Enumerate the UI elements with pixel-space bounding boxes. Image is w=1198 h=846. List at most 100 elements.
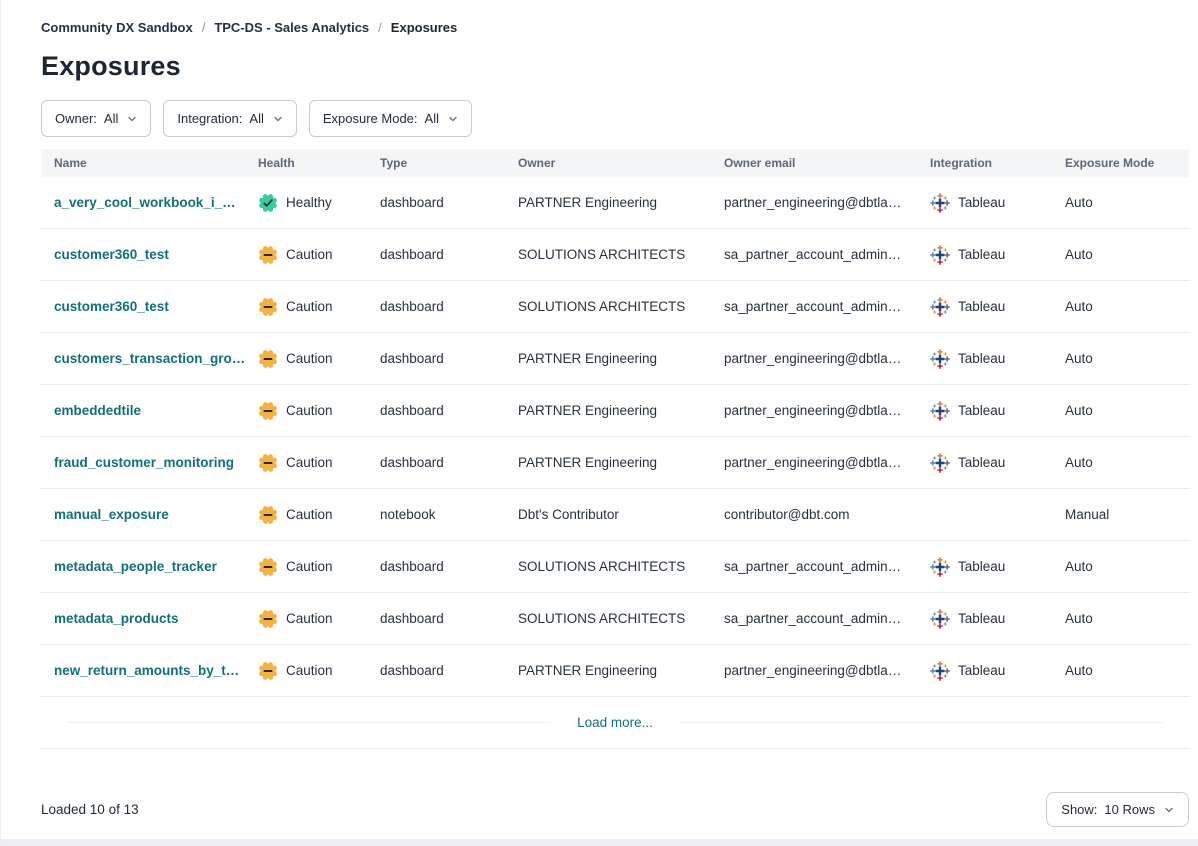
owner-cell: PARTNER Engineering: [505, 403, 711, 418]
health-status-label: Caution: [286, 507, 333, 522]
health-cell: Caution: [245, 401, 367, 421]
integration-label: Tableau: [958, 455, 1005, 470]
integration-cell: Tableau: [917, 557, 1052, 577]
integration-filter-dropdown[interactable]: Integration: All: [163, 100, 297, 137]
integration-label: Tableau: [958, 559, 1005, 574]
exposure-mode-filter-dropdown[interactable]: Exposure Mode: All: [309, 100, 472, 137]
column-header-type: Type: [367, 156, 505, 170]
exposure-mode-cell: Auto: [1052, 351, 1189, 366]
exposure-mode-cell: Auto: [1052, 403, 1189, 418]
health-status-label: Caution: [286, 559, 333, 574]
show-rows-dropdown[interactable]: Show: 10 Rows: [1046, 792, 1189, 827]
tableau-logo-icon: [930, 245, 950, 265]
divider: [67, 722, 551, 723]
column-header-name: Name: [41, 156, 245, 170]
table-row: fraud_customer_monitoring Caution dashbo…: [41, 437, 1189, 489]
health-status-label: Healthy: [286, 195, 332, 210]
exposure-name-cell: customer360_test: [41, 247, 245, 262]
exposure-name-link[interactable]: metadata_products: [54, 611, 179, 626]
show-rows-value: 10 Rows: [1104, 802, 1155, 817]
owner-cell: PARTNER Engineering: [505, 455, 711, 470]
owner-cell: PARTNER Engineering: [505, 351, 711, 366]
table-row: metadata_products Caution dashboard SOLU…: [41, 593, 1189, 645]
loaded-status: Loaded 10 of 13: [41, 802, 139, 817]
integration-filter-label: Integration:: [177, 111, 242, 126]
health-status-icon: [258, 297, 278, 317]
health-cell: Caution: [245, 245, 367, 265]
exposure-mode-cell: Auto: [1052, 247, 1189, 262]
page-title: Exposures: [41, 51, 1188, 82]
exposure-name-cell: customer360_test: [41, 299, 245, 314]
exposure-name-link[interactable]: customers_transaction_gro…: [54, 351, 245, 366]
integration-label: Tableau: [958, 351, 1005, 366]
chevron-down-icon: [127, 114, 137, 124]
bottom-edge-strip: [1, 839, 1198, 846]
health-status-label: Caution: [286, 611, 333, 626]
owner-email-cell: partner_engineering@dbtla…: [711, 351, 917, 366]
owner-filter-label: Owner:: [55, 111, 97, 126]
load-more-link[interactable]: Load more...: [577, 715, 653, 730]
tableau-logo-icon: [930, 401, 950, 421]
type-cell: dashboard: [367, 195, 505, 210]
tableau-logo-icon: [930, 297, 950, 317]
health-status-icon: [258, 453, 278, 473]
breadcrumb-item-account[interactable]: Community DX Sandbox: [41, 20, 193, 35]
exposure-mode-cell: Auto: [1052, 663, 1189, 678]
health-status-icon: [258, 661, 278, 681]
type-cell: dashboard: [367, 351, 505, 366]
owner-cell: SOLUTIONS ARCHITECTS: [505, 299, 711, 314]
table-row: manual_exposure Caution notebook Dbt's C…: [41, 489, 1189, 541]
exposure-name-link[interactable]: manual_exposure: [54, 507, 169, 522]
exposure-mode-cell: Auto: [1052, 195, 1189, 210]
integration-cell: Tableau: [917, 661, 1052, 681]
owner-email-cell: sa_partner_account_admin…: [711, 611, 917, 626]
type-cell: dashboard: [367, 559, 505, 574]
exposure-name-cell: a_very_cool_workbook_i_…: [41, 195, 245, 210]
health-cell: Caution: [245, 349, 367, 369]
type-cell: dashboard: [367, 403, 505, 418]
tableau-logo-icon: [930, 453, 950, 473]
health-status-icon: [258, 401, 278, 421]
integration-cell: Tableau: [917, 453, 1052, 473]
owner-filter-dropdown[interactable]: Owner: All: [41, 100, 151, 137]
tableau-logo-icon: [930, 661, 950, 681]
column-header-exposure-mode: Exposure Mode: [1052, 156, 1189, 170]
table-header-row: Name Health Type Owner Owner email Integ…: [41, 149, 1189, 177]
health-status-icon: [258, 245, 278, 265]
exposure-name-link[interactable]: embeddedtile: [54, 403, 141, 418]
exposures-page: Community DX Sandbox / TPC-DS - Sales An…: [1, 0, 1198, 827]
exposure-name-link[interactable]: a_very_cool_workbook_i_…: [54, 195, 236, 210]
owner-email-cell: sa_partner_account_admin…: [711, 559, 917, 574]
owner-email-cell: sa_partner_account_admin…: [711, 299, 917, 314]
exposure-mode-cell: Auto: [1052, 611, 1189, 626]
exposure-name-cell: embeddedtile: [41, 403, 245, 418]
breadcrumb-item-project[interactable]: TPC-DS - Sales Analytics: [214, 20, 369, 35]
exposure-name-cell: customers_transaction_gro…: [41, 351, 245, 366]
exposure-name-cell: manual_exposure: [41, 507, 245, 522]
chevron-down-icon: [1164, 805, 1174, 815]
exposure-name-link[interactable]: customer360_test: [54, 247, 169, 262]
table-body: a_very_cool_workbook_i_… Healthy dashboa…: [41, 177, 1189, 697]
health-status-label: Caution: [286, 663, 333, 678]
owner-cell: SOLUTIONS ARCHITECTS: [505, 559, 711, 574]
integration-label: Tableau: [958, 663, 1005, 678]
integration-label: Tableau: [958, 611, 1005, 626]
owner-email-cell: partner_engineering@dbtla…: [711, 195, 917, 210]
exposure-name-link[interactable]: new_return_amounts_by_t…: [54, 663, 239, 678]
integration-cell: Tableau: [917, 401, 1052, 421]
tableau-logo-icon: [930, 193, 950, 213]
exposure-name-link[interactable]: metadata_people_tracker: [54, 559, 217, 574]
owner-cell: PARTNER Engineering: [505, 195, 711, 210]
health-status-label: Caution: [286, 299, 333, 314]
exposure-name-link[interactable]: customer360_test: [54, 299, 169, 314]
integration-label: Tableau: [958, 403, 1005, 418]
type-cell: dashboard: [367, 247, 505, 262]
integration-cell: Tableau: [917, 193, 1052, 213]
owner-email-cell: partner_engineering@dbtla…: [711, 403, 917, 418]
table-row: customer360_test Caution dashboard SOLUT…: [41, 229, 1189, 281]
divider: [679, 722, 1163, 723]
breadcrumb-item-exposures[interactable]: Exposures: [391, 20, 457, 35]
exposure-mode-cell: Auto: [1052, 559, 1189, 574]
exposure-name-link[interactable]: fraud_customer_monitoring: [54, 455, 234, 470]
exposure-mode-cell: Auto: [1052, 299, 1189, 314]
